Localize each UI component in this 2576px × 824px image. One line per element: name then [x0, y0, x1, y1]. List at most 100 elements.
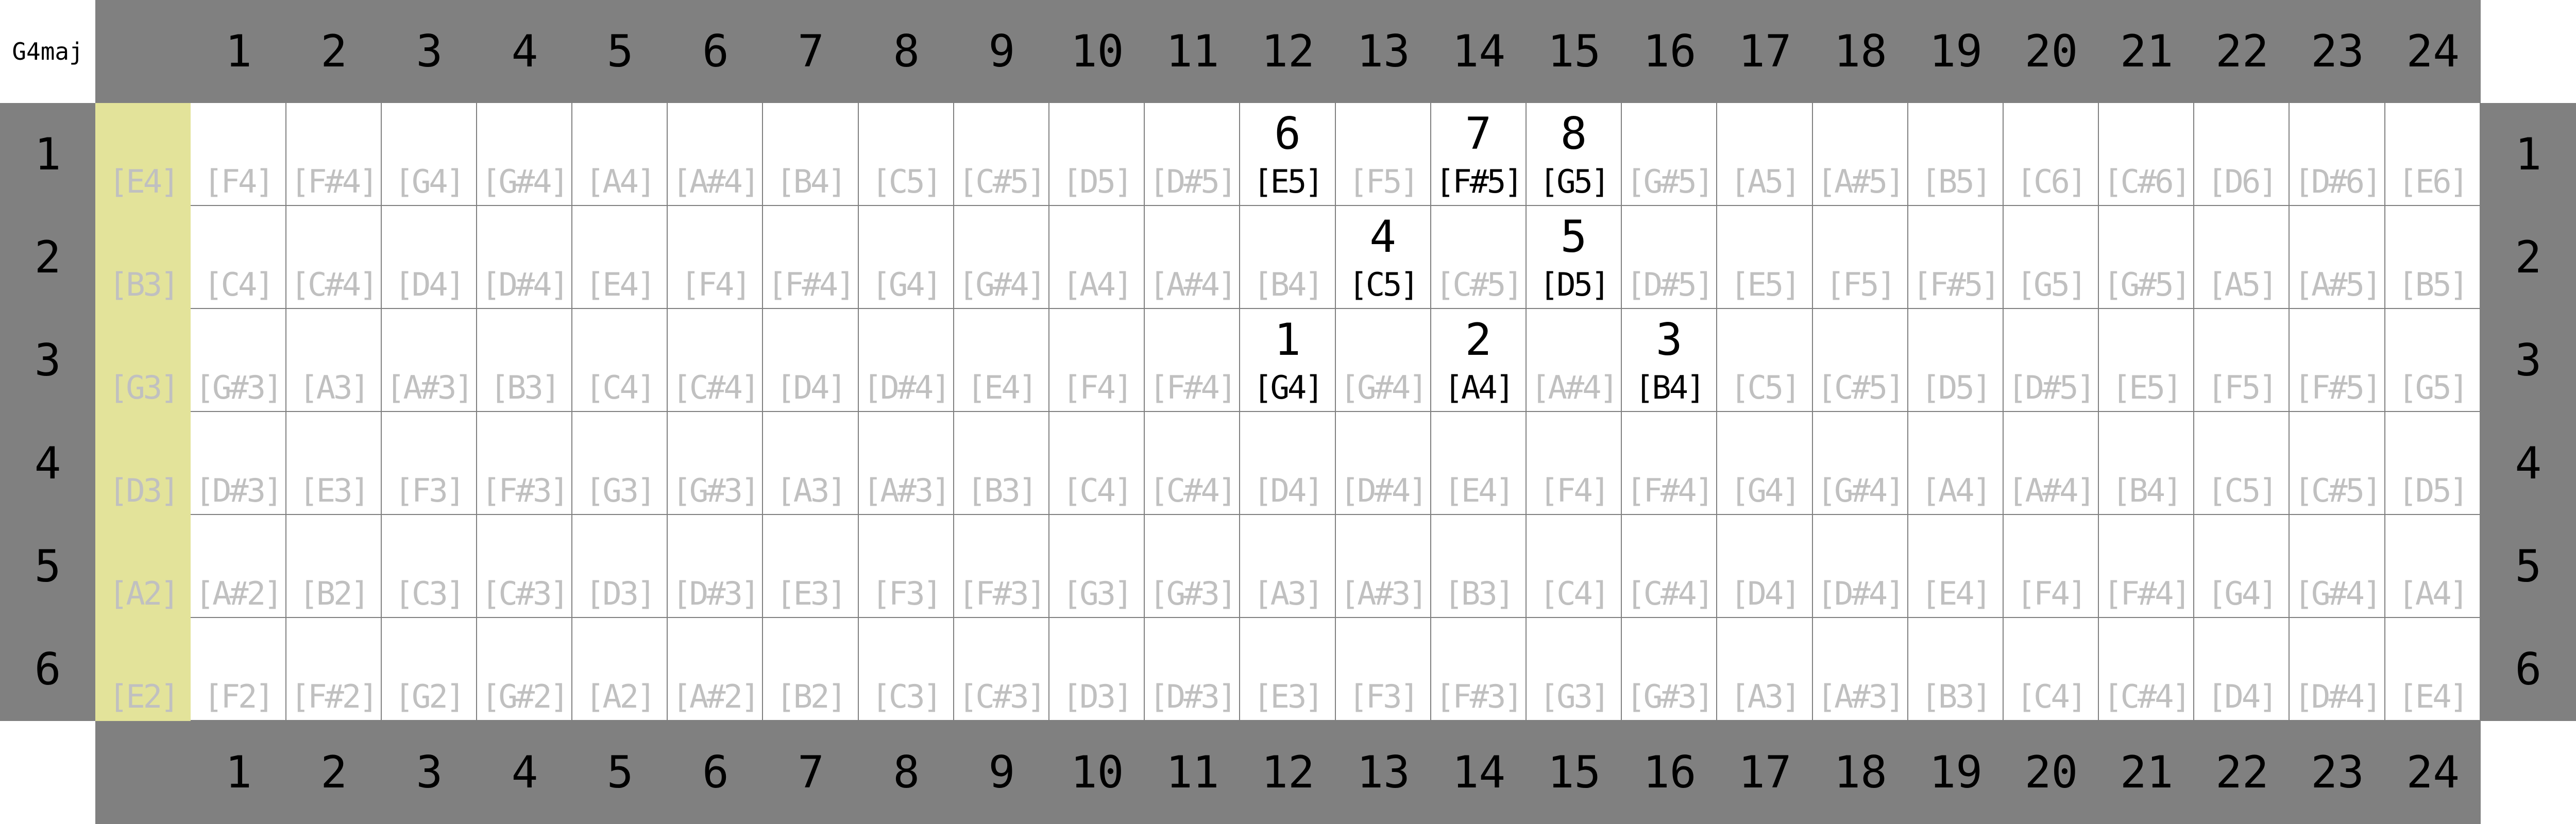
fret-cell[interactable]: [F#2]	[286, 618, 382, 721]
fret-cell[interactable]: [C#4]	[1145, 412, 1241, 515]
fret-cell[interactable]: [C4]	[1049, 412, 1145, 515]
fret-cell[interactable]: [G#5]	[1622, 103, 1718, 206]
fret-cell[interactable]: [B2]	[286, 515, 382, 618]
fret-cell[interactable]: [C4]	[2003, 618, 2099, 721]
fret-cell[interactable]: [A4]	[1049, 206, 1145, 309]
fret-cell[interactable]: [G#3]	[1622, 618, 1718, 721]
open-string-cell[interactable]: [D3]	[95, 412, 191, 515]
fret-cell[interactable]: [A#3]	[381, 309, 477, 412]
fret-cell[interactable]: [E4]	[1431, 412, 1527, 515]
fret-cell[interactable]: [E4]	[954, 309, 1050, 412]
fret-cell[interactable]: [A5]	[1717, 103, 1813, 206]
fret-cell[interactable]: [A#4]	[668, 103, 764, 206]
fret-cell[interactable]: [F3]	[858, 515, 954, 618]
fret-cell[interactable]: [E3]	[1240, 618, 1336, 721]
fret-cell[interactable]: [F4]	[1049, 309, 1145, 412]
fret-cell[interactable]: [B4]	[763, 103, 859, 206]
fret-cell[interactable]: 4 [C5]	[1335, 206, 1431, 309]
fret-cell[interactable]: [B4]	[1240, 206, 1336, 309]
fret-cell[interactable]: [C4]	[191, 206, 286, 309]
fret-cell[interactable]: [G#3]	[191, 309, 286, 412]
fret-cell[interactable]: [F4]	[2003, 515, 2099, 618]
fret-cell[interactable]: [E6]	[2385, 103, 2481, 206]
fret-cell[interactable]: [D5]	[1049, 103, 1145, 206]
fret-cell[interactable]: [G#4]	[2290, 515, 2385, 618]
fret-cell[interactable]: [G#4]	[1335, 309, 1431, 412]
fret-cell[interactable]: [F#5]	[1908, 206, 2004, 309]
fret-cell[interactable]: [D4]	[381, 206, 477, 309]
open-string-cell[interactable]: [E2]	[95, 618, 191, 721]
fret-cell[interactable]: [F2]	[191, 618, 286, 721]
fret-cell[interactable]: [C#4]	[1622, 515, 1718, 618]
open-string-cell[interactable]: [G3]	[95, 309, 191, 412]
fret-cell[interactable]: [F#4]	[286, 103, 382, 206]
fret-cell[interactable]: [A#4]	[1145, 206, 1241, 309]
fret-cell[interactable]: [F3]	[1335, 618, 1431, 721]
fret-cell[interactable]: [A#3]	[858, 412, 954, 515]
fret-cell[interactable]: [D#5]	[1145, 103, 1241, 206]
fret-cell[interactable]: [A#3]	[1812, 618, 1908, 721]
fret-cell[interactable]: [C#4]	[2099, 618, 2195, 721]
fret-cell[interactable]: 3 [B4]	[1622, 309, 1718, 412]
fret-cell[interactable]: [F#3]	[954, 515, 1050, 618]
fret-cell[interactable]: [D#4]	[2290, 618, 2385, 721]
fret-cell[interactable]: [B3]	[1431, 515, 1527, 618]
fret-cell[interactable]: 1 [G4]	[1240, 309, 1336, 412]
fret-cell[interactable]: [G3]	[1049, 515, 1145, 618]
fret-cell[interactable]: [A5]	[2194, 206, 2290, 309]
fret-cell[interactable]: [C#6]	[2099, 103, 2195, 206]
fret-cell[interactable]: [D5]	[2385, 412, 2481, 515]
fret-cell[interactable]: [D#5]	[1622, 206, 1718, 309]
fret-cell[interactable]: [G3]	[1526, 618, 1622, 721]
fret-cell[interactable]: [A#4]	[2003, 412, 2099, 515]
fret-cell[interactable]: [D4]	[1240, 412, 1336, 515]
fret-cell[interactable]: [C4]	[572, 309, 668, 412]
fret-cell[interactable]: [A#4]	[1526, 309, 1622, 412]
fret-cell[interactable]: [E5]	[1717, 206, 1813, 309]
fret-cell[interactable]: [C5]	[1717, 309, 1813, 412]
fret-cell[interactable]: [B2]	[763, 618, 859, 721]
fret-cell[interactable]: [C#3]	[954, 618, 1050, 721]
fret-cell[interactable]: [F5]	[2194, 309, 2290, 412]
fret-cell[interactable]: [F#3]	[477, 412, 573, 515]
fret-cell[interactable]: [F#4]	[763, 206, 859, 309]
open-string-cell[interactable]: [E4]	[95, 103, 191, 206]
fret-cell[interactable]: [G4]	[1717, 412, 1813, 515]
fret-cell[interactable]: [C#3]	[477, 515, 573, 618]
fret-cell[interactable]: [G#4]	[1812, 412, 1908, 515]
fret-cell[interactable]: [F#4]	[1145, 309, 1241, 412]
fret-cell[interactable]: [D#5]	[2003, 309, 2099, 412]
fret-cell[interactable]: [C#5]	[1812, 309, 1908, 412]
fret-cell[interactable]: [G4]	[2194, 515, 2290, 618]
fret-cell[interactable]: [A#2]	[668, 618, 764, 721]
fret-cell[interactable]: [C#4]	[286, 206, 382, 309]
open-string-cell[interactable]: [A2]	[95, 515, 191, 618]
fret-cell[interactable]: [B5]	[2385, 206, 2481, 309]
fret-cell[interactable]: 2 [A4]	[1431, 309, 1527, 412]
fret-cell[interactable]: [A4]	[2385, 515, 2481, 618]
fret-cell[interactable]: [D#4]	[477, 206, 573, 309]
fret-cell[interactable]: [D#6]	[2290, 103, 2385, 206]
fret-cell[interactable]: [A3]	[286, 309, 382, 412]
fret-cell[interactable]: [F4]	[1526, 412, 1622, 515]
fret-cell[interactable]: [D#4]	[1335, 412, 1431, 515]
fret-cell[interactable]: [A2]	[572, 618, 668, 721]
fret-cell[interactable]: [E3]	[286, 412, 382, 515]
fret-cell[interactable]: [B3]	[477, 309, 573, 412]
fret-cell[interactable]: [B3]	[954, 412, 1050, 515]
fret-cell[interactable]: [A#3]	[1335, 515, 1431, 618]
fret-cell[interactable]: [D3]	[572, 515, 668, 618]
fret-cell[interactable]: [D6]	[2194, 103, 2290, 206]
fret-cell[interactable]: [G#4]	[477, 103, 573, 206]
fret-cell[interactable]: [F4]	[668, 206, 764, 309]
fret-cell[interactable]: [D#4]	[1812, 515, 1908, 618]
fret-cell[interactable]: [A4]	[572, 103, 668, 206]
open-string-cell[interactable]: [B3]	[95, 206, 191, 309]
fret-cell[interactable]: [A3]	[1240, 515, 1336, 618]
fret-cell[interactable]: 6 [E5]	[1240, 103, 1336, 206]
fret-cell[interactable]: [D#3]	[191, 412, 286, 515]
fret-cell[interactable]: [D#4]	[858, 309, 954, 412]
fret-cell[interactable]: [F#5]	[2290, 309, 2385, 412]
fret-cell[interactable]: [C6]	[2003, 103, 2099, 206]
fret-cell[interactable]: [B3]	[1908, 618, 2004, 721]
